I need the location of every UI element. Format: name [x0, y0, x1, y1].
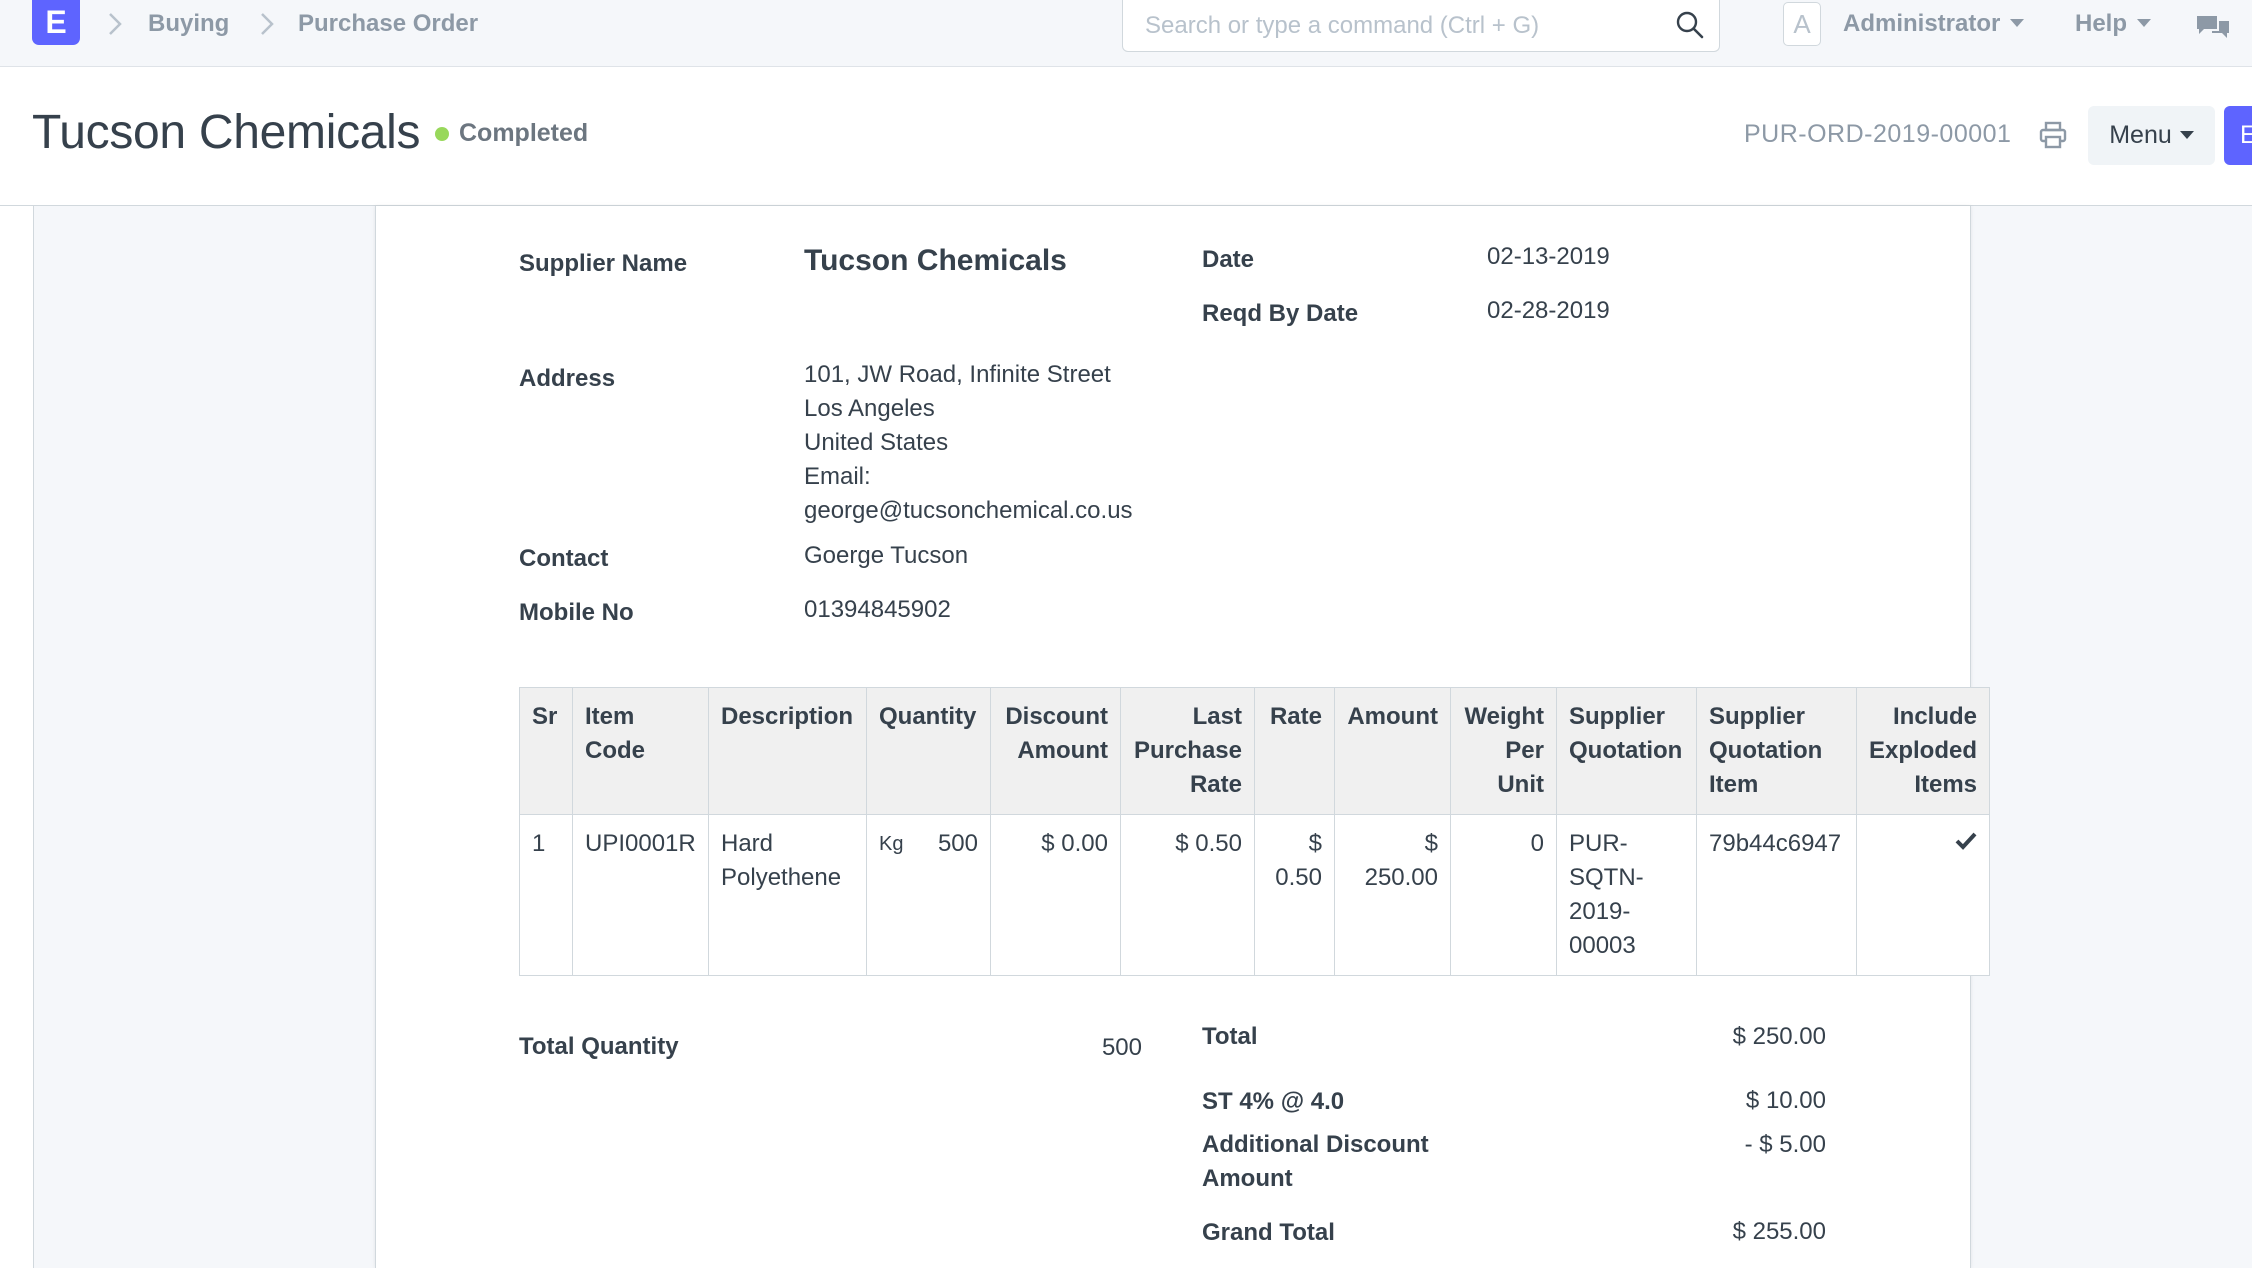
- reqd-by-date-value: 02-28-2019: [1487, 297, 1610, 324]
- status-badge: Completed: [459, 119, 589, 147]
- search-input[interactable]: [1143, 8, 1667, 44]
- app-logo[interactable]: E: [32, 0, 80, 45]
- supplier-name-label: Supplier Name: [519, 250, 688, 277]
- col-last-purchase-rate: Last Purchase Rate: [1120, 687, 1255, 815]
- col-description: Description: [708, 687, 867, 815]
- caret-down-icon: [2179, 131, 2194, 139]
- address-line: 101, JW Road, Infinite Street: [804, 361, 1111, 388]
- page-head: Tucson Chemicals Completed PUR-ORD-2019-…: [0, 67, 2252, 206]
- cell-discount-amount: $ 0.00: [990, 814, 1121, 976]
- reqd-by-date-label: Reqd By Date: [1202, 300, 1359, 327]
- address-line: Los Angeles: [804, 395, 935, 422]
- print-icon[interactable]: [2038, 120, 2068, 150]
- address-email: george@tucsonchemical.co.us: [804, 497, 1133, 524]
- grand-total-value: $ 255.00: [1732, 1218, 1826, 1245]
- col-quantity: Quantity: [866, 687, 991, 815]
- col-supplier-quotation: Supplier Quotation: [1556, 687, 1697, 815]
- primary-action-button[interactable]: E: [2224, 106, 2252, 165]
- contact-label: Contact: [519, 545, 609, 572]
- page-title: Tucson Chemicals: [32, 106, 421, 159]
- total-quantity-value: 500: [1101, 1034, 1142, 1061]
- caret-down-icon: [2137, 19, 2152, 27]
- col-discount-amount: Discount Amount: [990, 687, 1121, 815]
- cell-quantity: Kg 500: [866, 814, 991, 976]
- address-label: Address: [519, 365, 616, 392]
- mobile-no-value: 01394845902: [804, 596, 951, 623]
- caret-down-icon: [2010, 19, 2025, 27]
- menu-button-label: Menu: [2109, 121, 2172, 149]
- cell-sr: 1: [519, 814, 573, 976]
- col-weight-per-unit: Weight Per Unit: [1450, 687, 1557, 815]
- chevron-right-icon: [261, 13, 274, 35]
- total-value: $ 250.00: [1732, 1023, 1826, 1050]
- awesome-bar: [1122, 0, 1720, 52]
- cell-last-purchase-rate: $ 0.50: [1120, 814, 1255, 976]
- checkmark-icon: [1955, 832, 1977, 850]
- items-table: Sr Item Code Description Quantity Discou…: [519, 687, 1991, 976]
- col-rate: Rate: [1254, 687, 1335, 815]
- total-quantity-label: Total Quantity: [519, 1033, 679, 1060]
- tax-value: $ 10.00: [1745, 1087, 1826, 1114]
- cell-description: Hard Polyethene: [708, 814, 867, 976]
- cell-rate: $ 0.50: [1254, 814, 1335, 976]
- supplier-name-value: Tucson Chemicals: [804, 244, 1067, 277]
- date-label: Date: [1202, 246, 1255, 273]
- col-supplier-quotation-item: Supplier Quotation Item: [1696, 687, 1857, 815]
- cell-qty-value: 500: [937, 830, 978, 857]
- col-amount: Amount: [1334, 687, 1451, 815]
- help-menu-label: Help: [2075, 10, 2128, 37]
- mobile-no-label: Mobile No: [519, 599, 634, 626]
- cell-weight-per-unit: 0: [1450, 814, 1557, 976]
- table-header-row: Sr Item Code Description Quantity Discou…: [519, 687, 1991, 815]
- additional-discount-value: - $ 5.00: [1744, 1131, 1826, 1158]
- menu-button[interactable]: Menu: [2088, 106, 2215, 165]
- search-icon[interactable]: [1675, 10, 1705, 40]
- address-line: United States: [804, 429, 949, 456]
- cell-item-code: UPI0001R: [572, 814, 709, 976]
- breadcrumb-buying[interactable]: Buying: [148, 10, 229, 38]
- table-row: 1 UPI0001R Hard Polyethene Kg 500 $ 0.00…: [519, 814, 1991, 976]
- document-name: PUR-ORD-2019-00001: [1744, 120, 2012, 148]
- help-menu-dropdown[interactable]: Help: [2075, 10, 2152, 38]
- col-sr: Sr: [519, 687, 573, 815]
- col-include-exploded-items: Include Exploded Items: [1855, 687, 1991, 815]
- cell-amount: $ 250.00: [1334, 814, 1451, 976]
- date-value: 02-13-2019: [1487, 243, 1610, 270]
- col-item-code: Item Code: [572, 687, 709, 815]
- address-line: Email:: [804, 463, 871, 490]
- tax-label: ST 4% @ 4.0: [1202, 1088, 1345, 1115]
- contact-value: Goerge Tucson: [804, 542, 969, 569]
- chevron-right-icon: [109, 13, 122, 35]
- address-block: 101, JW Road, Infinite Street Los Angele…: [804, 358, 1133, 528]
- status-indicator-dot: [435, 127, 449, 141]
- total-label: Total: [1202, 1023, 1258, 1050]
- cell-supplier-quotation-item: 79b44c6947: [1696, 814, 1857, 976]
- cell-uom: Kg: [879, 833, 904, 855]
- user-menu-label: Administrator: [1843, 10, 2001, 37]
- additional-discount-label: Additional Discount Amount: [1202, 1131, 1429, 1192]
- breadcrumb-purchase-order[interactable]: Purchase Order: [298, 10, 478, 38]
- cell-supplier-quotation: PUR-SQTN-2019-00003: [1556, 814, 1697, 976]
- avatar[interactable]: A: [1783, 2, 1821, 46]
- chat-icon[interactable]: [2196, 12, 2230, 42]
- user-menu-dropdown[interactable]: Administrator: [1843, 10, 2025, 38]
- cell-include-exploded-items: [1855, 814, 1991, 976]
- navbar: E Buying Purchase Order A Administrator …: [0, 0, 2252, 67]
- grand-total-label: Grand Total: [1202, 1219, 1335, 1246]
